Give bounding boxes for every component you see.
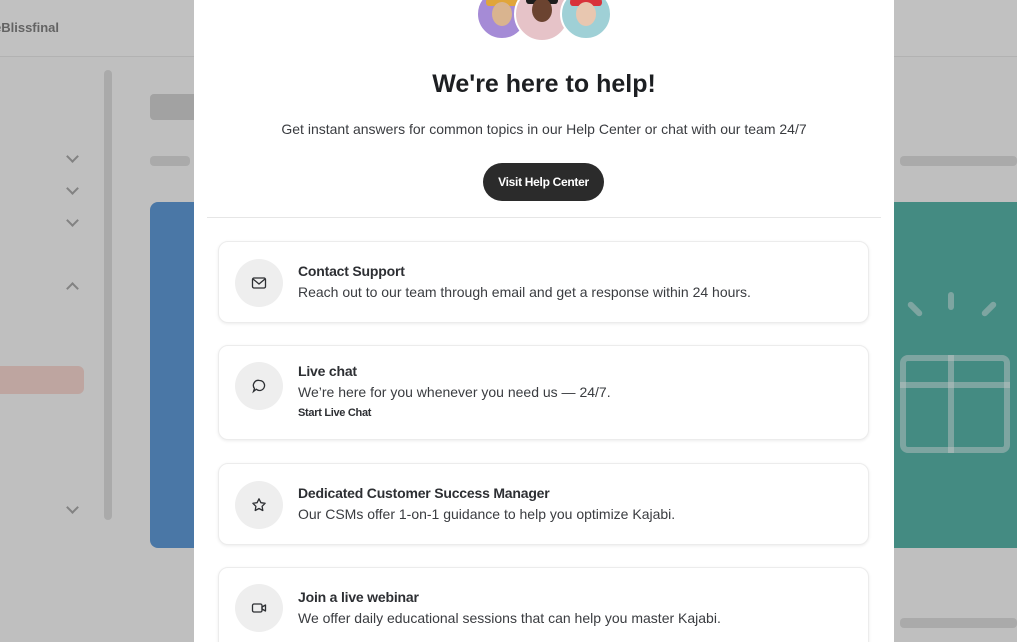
- card-description: We’re here for you whenever you need us …: [298, 384, 611, 400]
- card-title: Contact Support: [298, 263, 405, 279]
- card-description: Our CSMs offer 1-on-1 guidance to help y…: [298, 506, 676, 522]
- chat-icon: [235, 362, 283, 410]
- support-avatars: [476, 0, 616, 42]
- card-title: Live chat: [298, 363, 357, 379]
- csm-card[interactable]: Dedicated Customer Success Manager Our C…: [218, 463, 869, 545]
- start-live-chat-link[interactable]: Start Live Chat: [298, 407, 371, 419]
- webinar-card[interactable]: Join a live webinar We offer daily educa…: [218, 567, 869, 642]
- modal-title: We're here to help!: [432, 70, 656, 98]
- star-icon: [235, 481, 283, 529]
- card-title: Dedicated Customer Success Manager: [298, 485, 550, 501]
- card-description: Reach out to our team through email and …: [298, 284, 751, 300]
- contact-support-card[interactable]: Contact Support Reach out to our team th…: [218, 241, 869, 323]
- help-modal: We're here to help! Get instant answers …: [194, 0, 894, 642]
- mail-icon: [235, 259, 283, 307]
- modal-subtitle: Get instant answers for common topics in…: [281, 121, 807, 137]
- visit-help-center-button[interactable]: Visit Help Center: [483, 163, 604, 201]
- card-description: We offer daily educational sessions that…: [298, 610, 721, 626]
- card-title: Join a live webinar: [298, 589, 419, 605]
- live-chat-card[interactable]: Live chat We’re here for you whenever yo…: [218, 345, 869, 440]
- video-icon: [235, 584, 283, 632]
- avatar: [560, 0, 612, 40]
- divider: [207, 217, 881, 218]
